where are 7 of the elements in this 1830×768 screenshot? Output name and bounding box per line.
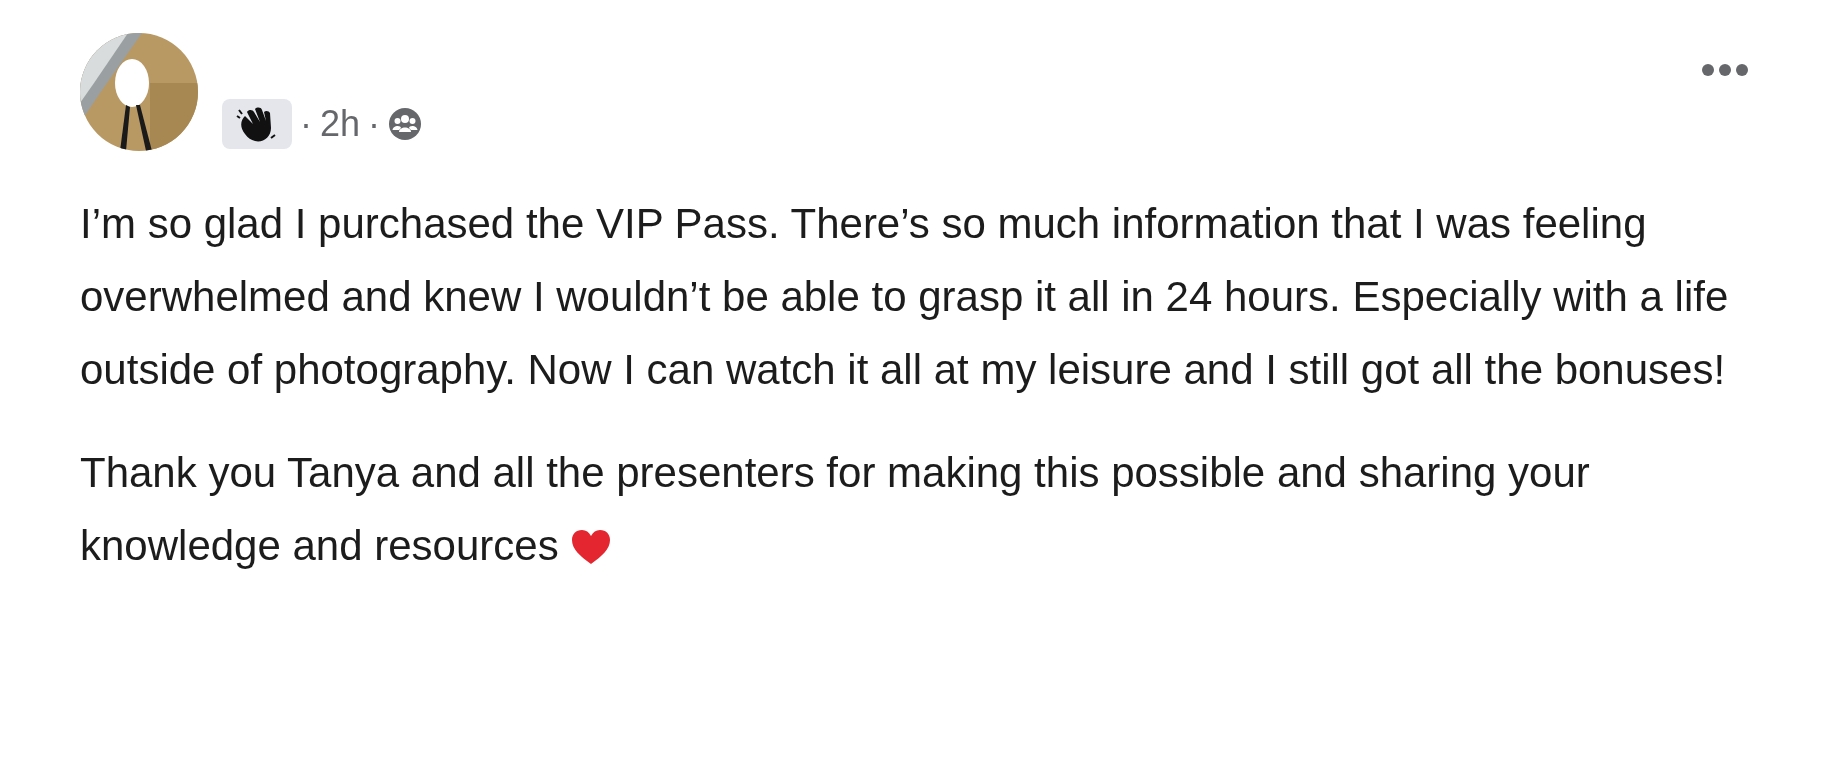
group-icon xyxy=(388,107,423,141)
post-text: Thank you Tanya and all the presenters for making this possible and sharing your knowledge and resources xyxy=(80,448,1591,571)
heart-icon xyxy=(570,528,613,566)
post-text: I’m so glad I purchased the VIP Pass. There’s so much information that I was feeling overwhelmed and knew I wouldn’t be able to grasp it all in 24 hours. Especially with a life outside of photography. Now I can watch it all at my leisure and I still got all the bonuses! xyxy=(80,199,1730,395)
separator: · xyxy=(368,102,381,146)
post-time[interactable]: 2h xyxy=(320,97,361,151)
separator: · xyxy=(300,102,312,146)
